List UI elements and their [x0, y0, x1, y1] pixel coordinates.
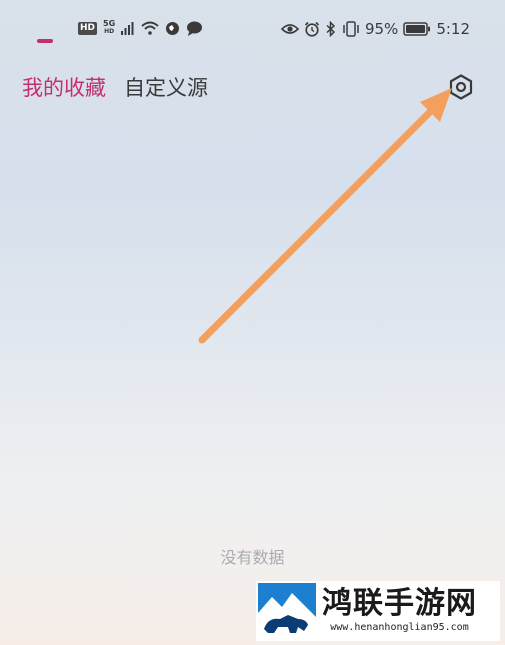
vibrate-icon: [342, 21, 360, 37]
status-left: HD 5G HD: [78, 20, 203, 36]
gear-icon: [449, 74, 473, 100]
settings-button[interactable]: [446, 72, 476, 102]
network-type: 5G HD: [103, 20, 115, 36]
message-icon: [186, 21, 203, 36]
bull-logo-icon: [258, 583, 316, 639]
clock: 5:12: [436, 20, 470, 38]
active-tab-indicator: [37, 39, 53, 43]
status-right: 95% 5:12: [280, 20, 470, 38]
hd-icon: HD: [78, 21, 98, 35]
wifi-icon: [141, 21, 159, 35]
battery-percent: 95%: [364, 20, 399, 38]
tab-custom-source[interactable]: 自定义源: [124, 72, 208, 112]
watermark-url: www.henanhonglian95.com: [330, 622, 469, 633]
empty-state-text: 没有数据: [220, 548, 285, 567]
bluetooth-icon: [325, 21, 337, 37]
watermark: 鸿联手游网 www.henanhonglian95.com: [256, 581, 500, 641]
status-bar: HD 5G HD 95% 5:12: [0, 0, 505, 64]
eye-icon: [280, 22, 299, 36]
alarm-icon: [304, 21, 320, 37]
network-label: 5G: [103, 19, 116, 28]
network-sub-label: HD: [104, 28, 115, 35]
tab-bar: 我的收藏 自定义源: [22, 72, 208, 112]
watermark-text: 鸿联手游网 www.henanhonglian95.com: [322, 587, 477, 635]
watermark-title: 鸿联手游网: [322, 586, 477, 621]
battery-icon: [403, 22, 431, 36]
tab-my-favorites[interactable]: 我的收藏: [22, 72, 106, 112]
arrow-shaft: [198, 106, 436, 344]
signal-icon: [121, 21, 135, 35]
vpn-icon: [165, 21, 180, 36]
